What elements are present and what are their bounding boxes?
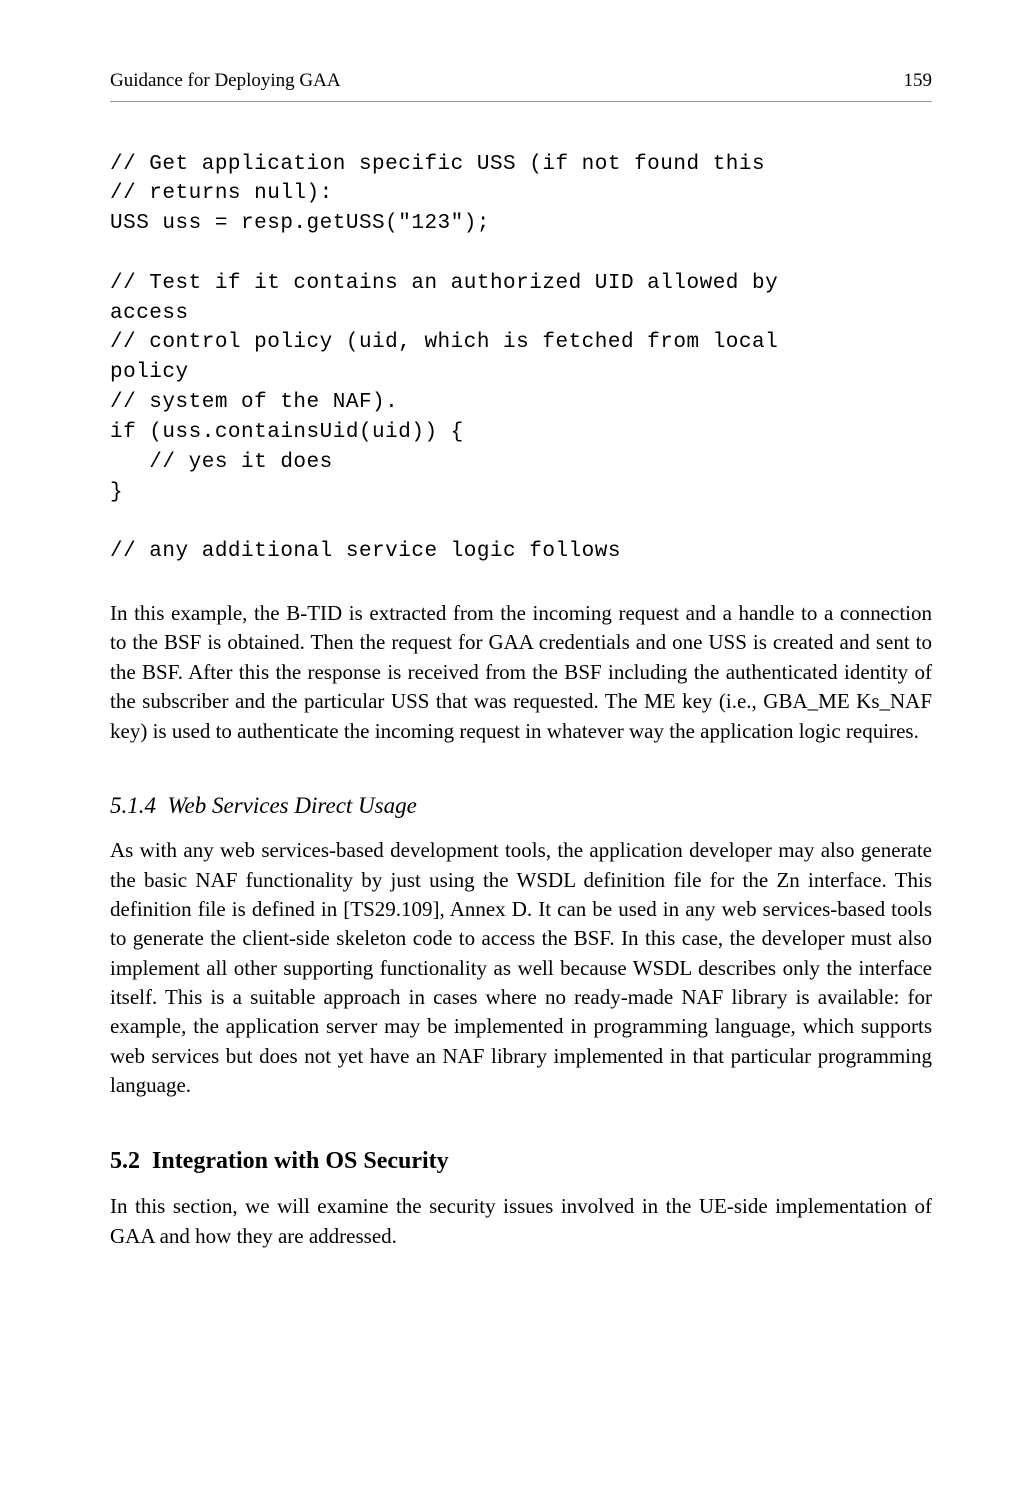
header-title: Guidance for Deploying GAA (110, 68, 341, 95)
paragraph-wsdl: As with any web services-based developme… (110, 836, 932, 1101)
section-number: 5.2 (110, 1148, 140, 1174)
page-number: 159 (904, 68, 933, 95)
code-block: // Get application specific USS (if not … (110, 150, 932, 567)
section-heading: 5.2 Integration with OS Security (110, 1145, 932, 1179)
section-title: Integration with OS Security (152, 1148, 449, 1174)
paragraph-example: In this example, the B-TID is extracted … (110, 599, 932, 746)
page-header: Guidance for Deploying GAA 159 (110, 68, 932, 102)
subsection-heading: 5.1.4 Web Services Direct Usage (110, 790, 932, 822)
paragraph-intro: In this section, we will examine the sec… (110, 1192, 932, 1251)
subsection-number: 5.1.4 (110, 793, 156, 818)
subsection-title: Web Services Direct Usage (168, 793, 417, 818)
